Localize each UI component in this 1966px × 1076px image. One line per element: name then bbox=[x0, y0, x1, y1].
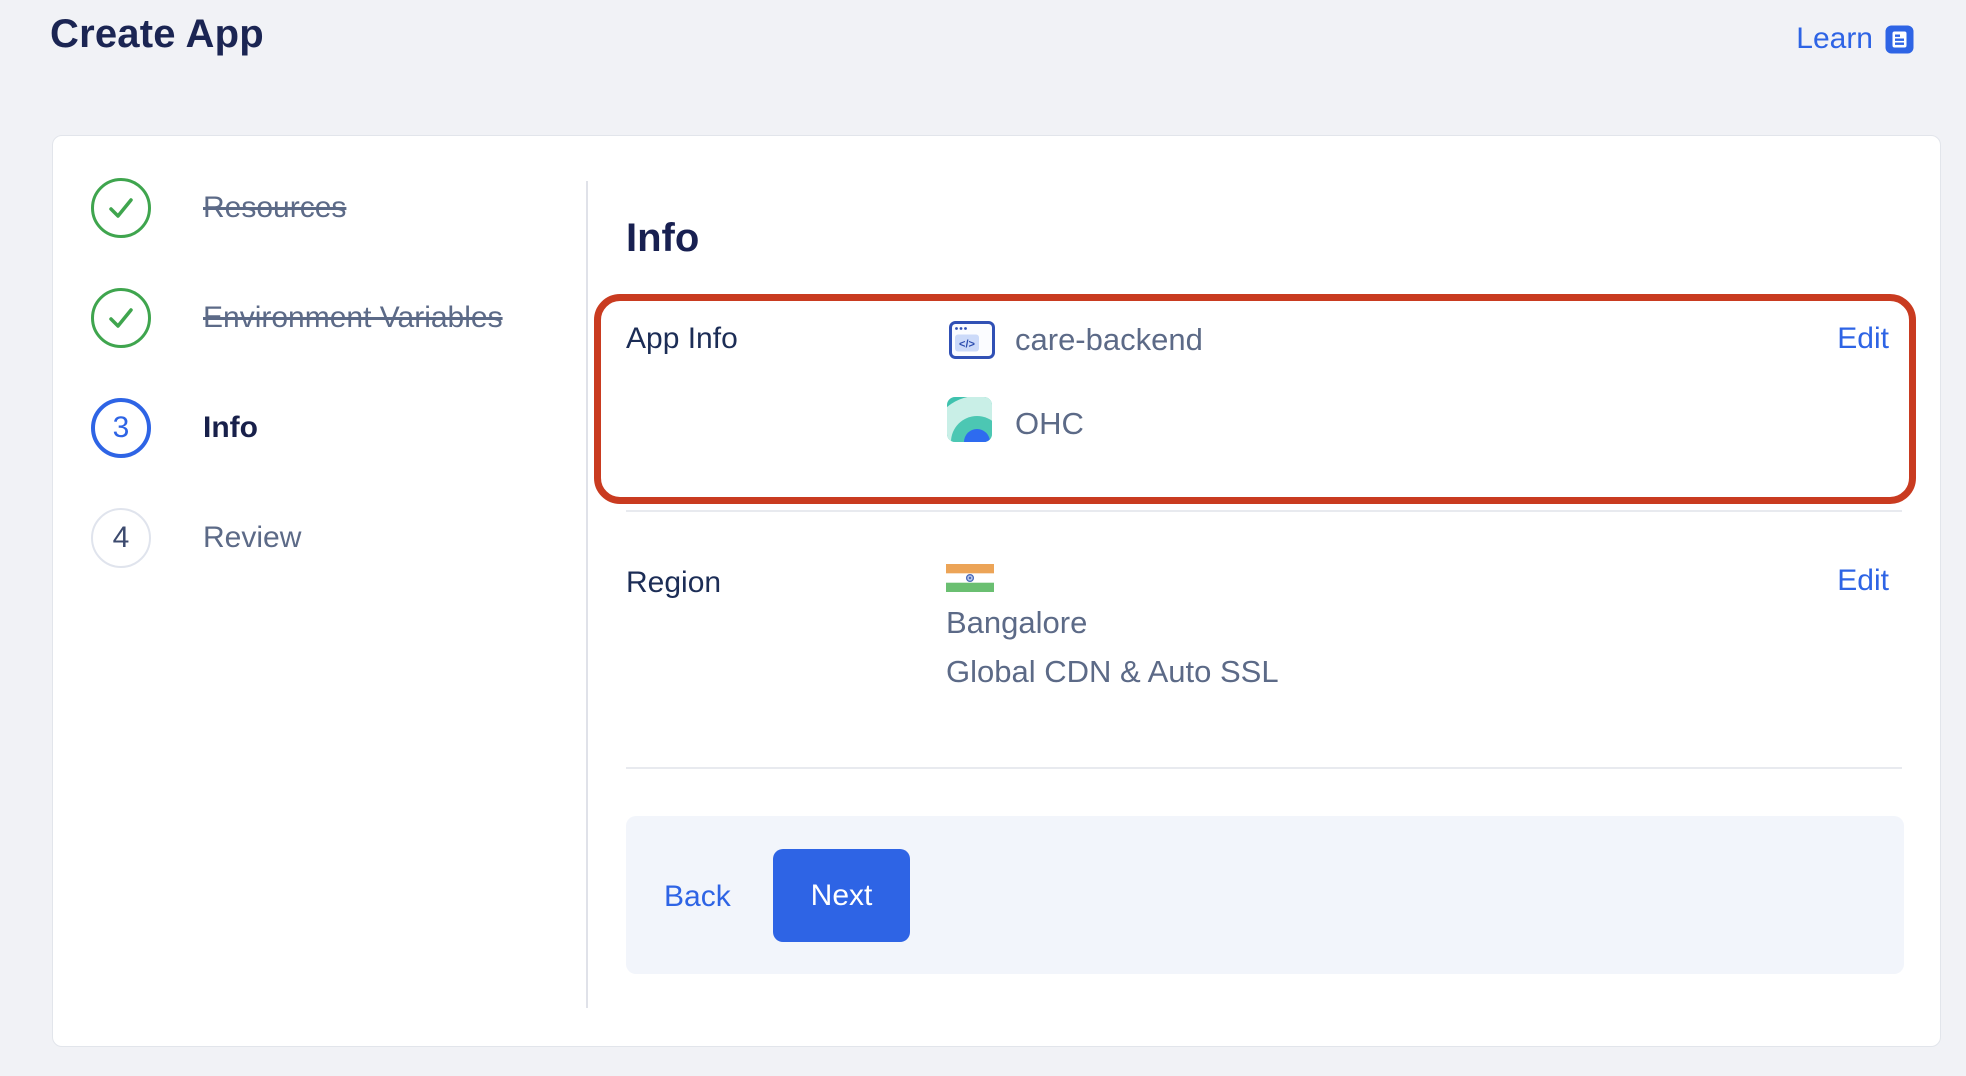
stepper-label-info: Info bbox=[203, 411, 258, 445]
ohc-avatar bbox=[947, 397, 992, 447]
stepper-item-resources[interactable]: Resources bbox=[91, 176, 346, 240]
svg-text:</>: </> bbox=[959, 339, 975, 351]
step-number: 3 bbox=[113, 411, 130, 445]
section-divider bbox=[626, 767, 1902, 769]
stepper-item-environment-variables[interactable]: Environment Variables bbox=[91, 286, 503, 350]
app-info-edit-link[interactable]: Edit bbox=[1837, 322, 1889, 356]
team-name-value: OHC bbox=[1015, 406, 1084, 442]
section-heading: Info bbox=[626, 216, 699, 261]
learn-label: Learn bbox=[1796, 22, 1873, 56]
region-features-value: Global CDN & Auto SSL bbox=[946, 647, 1279, 696]
app-name-value: care-backend bbox=[1015, 322, 1203, 358]
region-label: Region bbox=[626, 566, 721, 600]
create-app-card: Resources Environment Variables 3 Info 4… bbox=[52, 135, 1941, 1047]
step-number: 4 bbox=[113, 521, 130, 555]
region-name-value: Bangalore bbox=[946, 598, 1279, 647]
stepper-item-info[interactable]: 3 Info bbox=[91, 396, 258, 460]
app-info-label: App Info bbox=[626, 322, 738, 356]
back-button[interactable]: Back bbox=[664, 880, 731, 914]
red-annotation-box bbox=[594, 294, 1916, 504]
learn-link[interactable]: Learn bbox=[1796, 22, 1914, 56]
check-icon bbox=[91, 178, 151, 238]
stepper-divider bbox=[586, 181, 588, 1008]
check-icon bbox=[91, 288, 151, 348]
region-edit-link[interactable]: Edit bbox=[1837, 564, 1889, 598]
code-window-icon: </> bbox=[949, 321, 995, 364]
document-icon bbox=[1885, 25, 1914, 54]
stepper-label-review: Review bbox=[203, 521, 301, 555]
section-divider bbox=[626, 510, 1902, 512]
page-title: Create App bbox=[50, 12, 264, 57]
stepper-label-environment-variables: Environment Variables bbox=[203, 301, 503, 335]
stepper-item-review[interactable]: 4 Review bbox=[91, 506, 301, 570]
india-flag-icon bbox=[946, 564, 994, 597]
next-button[interactable]: Next bbox=[773, 849, 910, 942]
step-number-badge: 4 bbox=[91, 508, 151, 568]
stepper-label-resources: Resources bbox=[203, 191, 346, 225]
step-number-badge: 3 bbox=[91, 398, 151, 458]
